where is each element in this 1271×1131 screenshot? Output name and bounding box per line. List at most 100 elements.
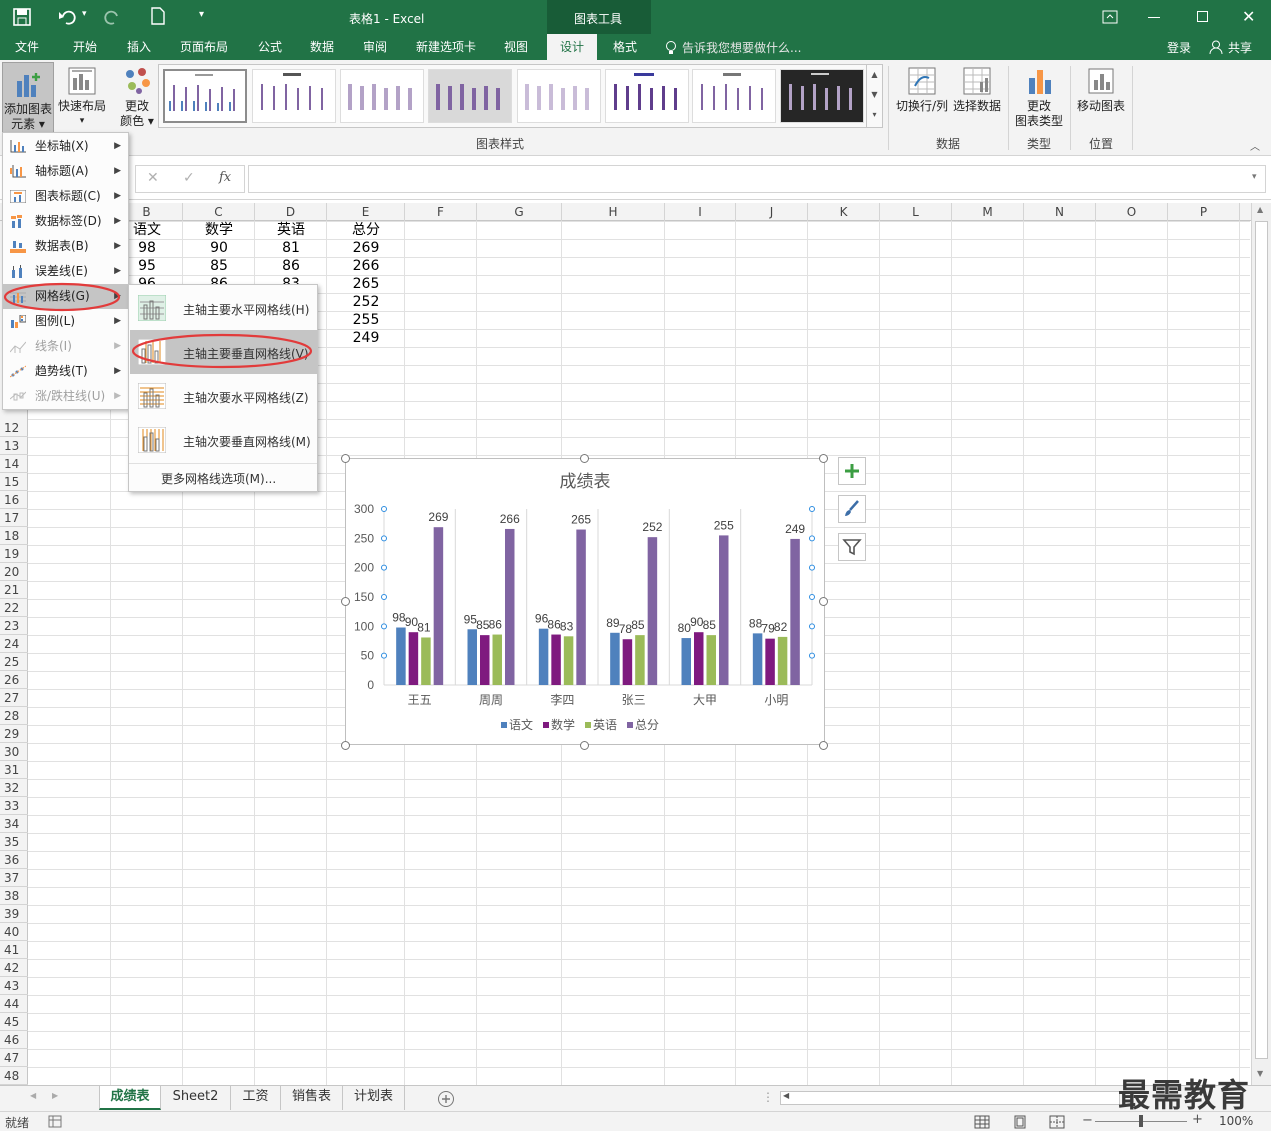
column-header-p[interactable]: P [1168, 203, 1240, 221]
row-header-46[interactable]: 46 [0, 1031, 28, 1049]
chart-y-axis[interactable]: 0 50 100 150 200 250 300 [354, 502, 374, 692]
tab-data[interactable]: 数据 [300, 34, 344, 60]
column-header-h[interactable]: H [562, 203, 665, 221]
table-cell[interactable]: 81 [255, 239, 327, 257]
row-header-23[interactable]: 23 [0, 617, 28, 635]
chart-style-8[interactable] [780, 69, 864, 123]
scroll-up-icon[interactable]: ▲ [1257, 205, 1263, 214]
chart-title[interactable]: 成绩表 [560, 472, 611, 491]
tab-formulas[interactable]: 公式 [248, 34, 292, 60]
horizontal-scrollbar[interactable] [780, 1091, 1120, 1105]
menu-item-axes[interactable]: 坐标轴(X) ▶ [3, 134, 128, 159]
more-gridline-options[interactable]: 更多网格线选项(M)... [161, 470, 276, 487]
row-header-40[interactable]: 40 [0, 923, 28, 941]
menu-item-data-labels[interactable]: 数据标签(D) ▶ [3, 209, 128, 234]
normal-view-icon[interactable] [974, 1115, 990, 1129]
undo-dropdown-icon[interactable]: ▾ [82, 9, 87, 19]
tab-insert[interactable]: 插入 [117, 34, 161, 60]
row-header-18[interactable]: 18 [0, 527, 28, 545]
menu-item-up-down-bars[interactable]: 涨/跌柱线(U) ▶ [3, 384, 128, 409]
scroll-left-icon[interactable]: ◀ [30, 1091, 36, 1100]
resize-handle[interactable] [819, 454, 828, 463]
row-header-45[interactable]: 45 [0, 1013, 28, 1031]
menu-item-axis-titles[interactable]: 轴标题(A) ▶ [3, 159, 128, 184]
chart-style-6[interactable] [605, 69, 689, 123]
row-header-44[interactable]: 44 [0, 995, 28, 1013]
row-header-36[interactable]: 36 [0, 851, 28, 869]
row-header-13[interactable]: 13 [0, 437, 28, 455]
expand-formula-icon[interactable]: ▾ [1252, 172, 1257, 182]
quick-layout-button[interactable]: 快速布局 ▾ [56, 66, 108, 129]
row-header-32[interactable]: 32 [0, 779, 28, 797]
row-header-31[interactable]: 31 [0, 761, 28, 779]
new-file-icon[interactable] [151, 7, 165, 25]
h-scroll-left-icon[interactable]: ◀ [783, 1091, 789, 1100]
row-header-21[interactable]: 21 [0, 581, 28, 599]
select-data-button[interactable]: 选择数据 [951, 66, 1003, 114]
zoom-in-icon[interactable]: + [1192, 1112, 1203, 1127]
tab-home[interactable]: 开始 [63, 34, 107, 60]
row-header-33[interactable]: 33 [0, 797, 28, 815]
undo-icon[interactable] [58, 8, 78, 26]
chart-elements-button[interactable] [838, 457, 866, 485]
chart-legend[interactable]: 语文 数学 英语 总分 [501, 717, 659, 732]
cell-header-total[interactable]: 总分 [327, 221, 405, 239]
chart-style-4[interactable] [428, 69, 512, 123]
page-break-view-icon[interactable] [1049, 1115, 1065, 1129]
resize-handle[interactable] [580, 741, 589, 750]
row-header-38[interactable]: 38 [0, 887, 28, 905]
zoom-thumb[interactable] [1139, 1115, 1143, 1127]
sheet-tab[interactable]: 销售表 [281, 1086, 343, 1110]
scroll-right-icon[interactable]: ▶ [52, 1091, 58, 1100]
tab-format[interactable]: 格式 [603, 34, 647, 60]
table-cell[interactable]: 252 [327, 293, 405, 311]
vertical-scrollbar[interactable]: ▲ ▼ [1251, 203, 1271, 1085]
chart-series[interactable]: 98 90 8126995 85 8626696 86 8326589 78 8525280 90… [392, 510, 805, 685]
sheet-tab[interactable]: 工资 [231, 1086, 281, 1110]
enter-icon[interactable]: ✓ [183, 170, 195, 186]
add-chart-element-button[interactable]: 添加图表 元素 ▾ [2, 62, 54, 134]
customize-qat-icon[interactable]: ▾ [199, 9, 204, 20]
column-header-j[interactable]: J [736, 203, 808, 221]
formula-input[interactable] [248, 165, 1266, 193]
row-header-20[interactable]: 20 [0, 563, 28, 581]
table-cell[interactable]: 90 [183, 239, 255, 257]
row-header-35[interactable]: 35 [0, 833, 28, 851]
zoom-out-icon[interactable]: − [1082, 1113, 1093, 1128]
row-header-26[interactable]: 26 [0, 671, 28, 689]
gridline-option-primary-minor-horizontal[interactable]: 主轴次要水平网格线(Z) [130, 374, 317, 418]
row-header-15[interactable]: 15 [0, 473, 28, 491]
tab-splitter-icon[interactable]: ⋮ [762, 1090, 774, 1104]
column-header-l[interactable]: L [880, 203, 952, 221]
row-header-29[interactable]: 29 [0, 725, 28, 743]
tab-review[interactable]: 审阅 [353, 34, 397, 60]
row-header-42[interactable]: 42 [0, 959, 28, 977]
column-header-g[interactable]: G [477, 203, 562, 221]
table-cell[interactable]: 266 [327, 257, 405, 275]
row-header-43[interactable]: 43 [0, 977, 28, 995]
minimize-icon[interactable] [1148, 17, 1160, 18]
tab-page-layout[interactable]: 页面布局 [172, 34, 236, 60]
menu-item-data-table[interactable]: 数据表(B) ▶ [3, 234, 128, 259]
cancel-icon[interactable]: ✕ [147, 170, 159, 186]
column-header-k[interactable]: K [808, 203, 880, 221]
row-header-27[interactable]: 27 [0, 689, 28, 707]
change-colors-button[interactable]: 更改 颜色 ▾ [112, 66, 162, 129]
column-header-d[interactable]: D [255, 203, 327, 221]
change-chart-type-button[interactable]: 更改 图表类型 [1012, 66, 1066, 129]
row-header-28[interactable]: 28 [0, 707, 28, 725]
column-header-i[interactable]: I [665, 203, 736, 221]
column-header-e[interactable]: E [327, 203, 405, 221]
insert-function-icon[interactable]: fx [219, 170, 231, 185]
row-header-34[interactable]: 34 [0, 815, 28, 833]
chart-filters-button[interactable] [838, 533, 866, 561]
column-header-m[interactable]: M [952, 203, 1024, 221]
sheet-tab[interactable]: Sheet2 [161, 1086, 231, 1110]
resize-handle[interactable] [580, 454, 589, 463]
resize-handle[interactable] [819, 741, 828, 750]
chart-style-5[interactable] [517, 69, 601, 123]
menu-item-trendline[interactable]: 趋势线(T) ▶ [3, 359, 128, 384]
macro-record-icon[interactable] [48, 1115, 62, 1128]
move-chart-button[interactable]: 移动图表 [1074, 66, 1128, 114]
row-header-16[interactable]: 16 [0, 491, 28, 509]
